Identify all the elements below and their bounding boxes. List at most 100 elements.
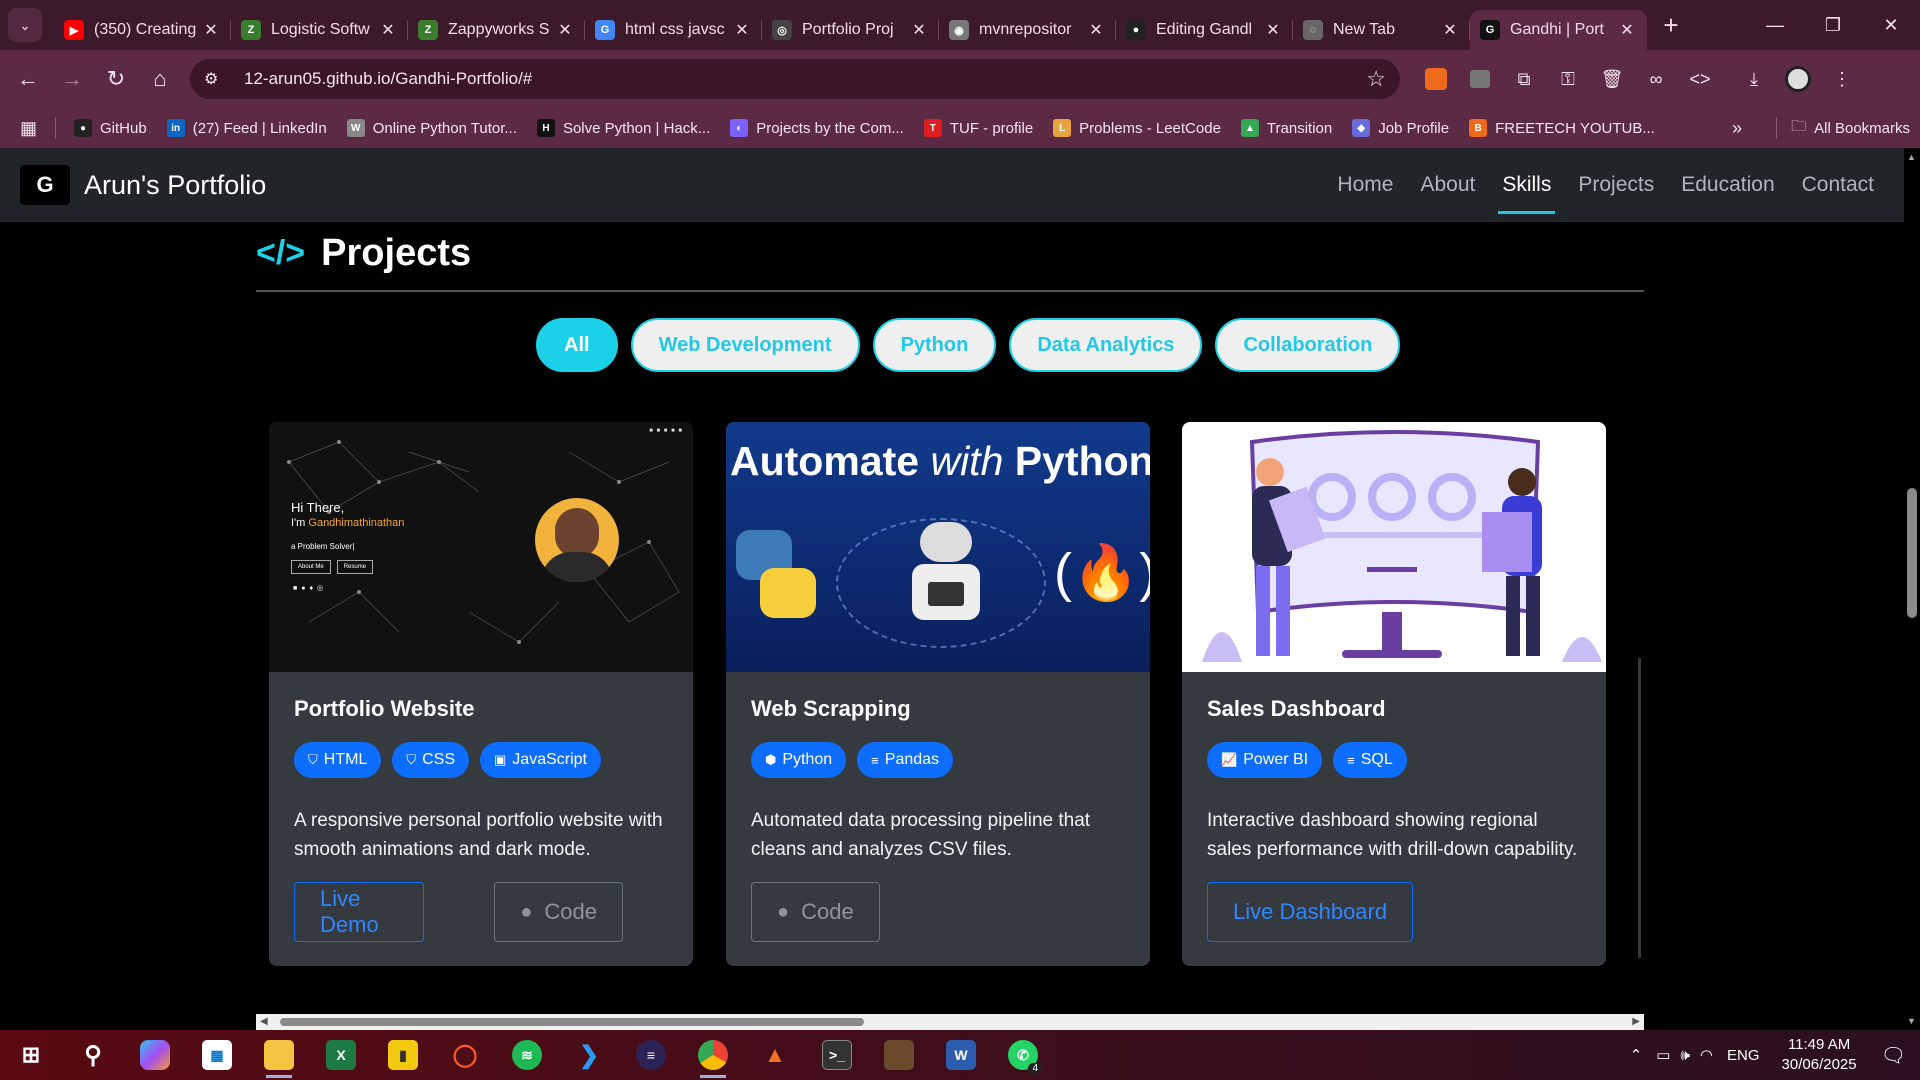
start-windows-icon[interactable]: ⊞	[0, 1030, 62, 1080]
copilot-icon[interactable]	[124, 1030, 186, 1080]
tab-close-icon[interactable]: ✕	[201, 20, 221, 40]
excel-icon[interactable]: X	[310, 1030, 372, 1080]
scroll-up-icon[interactable]: ▲	[1907, 152, 1916, 162]
browser-tab[interactable]: ▶ (350) Creating ✕	[54, 10, 231, 50]
browser-tab[interactable]: G Gandhi | Port ✕	[1470, 10, 1647, 50]
reload-icon[interactable]: ↻	[94, 57, 138, 101]
game-icon[interactable]	[868, 1030, 930, 1080]
site-brand[interactable]: Arun's Portfolio	[84, 170, 266, 201]
battery-icon[interactable]: ▭	[1656, 1046, 1670, 1064]
chrome-icon[interactable]	[682, 1030, 744, 1080]
matlab-icon[interactable]: ▲	[744, 1030, 806, 1080]
close-window-icon[interactable]: ✕	[1862, 0, 1920, 50]
password-key-icon[interactable]: ⚿	[1546, 57, 1590, 101]
spotify-icon[interactable]: ≋	[496, 1030, 558, 1080]
browser-tab[interactable]: Z Zappyworks S ✕	[408, 10, 585, 50]
back-icon[interactable]: ←	[6, 57, 50, 101]
bookmark-item[interactable]: ◐ Projects by the Com...	[730, 119, 904, 137]
vertical-scrollbar[interactable]: ▲ ▼	[1904, 148, 1920, 1030]
eclipse-icon[interactable]: ≡	[620, 1030, 682, 1080]
tab-close-icon[interactable]: ✕	[909, 20, 929, 40]
tab-close-icon[interactable]: ✕	[1617, 20, 1637, 40]
site-logo[interactable]: G	[20, 165, 70, 205]
new-tab-button[interactable]: +	[1653, 7, 1689, 43]
more-bookmarks-chevron-icon[interactable]: »	[1732, 118, 1742, 139]
tab-close-icon[interactable]: ✕	[1263, 20, 1283, 40]
download-icon[interactable]: ⤓	[1732, 57, 1776, 101]
code-button[interactable]: ● Code	[494, 882, 623, 942]
vertical-scroll-thumb[interactable]	[1907, 488, 1917, 618]
tab-close-icon[interactable]: ✕	[378, 20, 398, 40]
apps-grid-icon[interactable]: ▦	[20, 118, 37, 139]
nav-link-home[interactable]: Home	[1333, 148, 1397, 222]
scroll-down-icon[interactable]: ▼	[1907, 1016, 1916, 1026]
bookmark-item[interactable]: B FREETECH YOUTUB...	[1469, 119, 1655, 137]
word-icon[interactable]: W	[930, 1030, 992, 1080]
app-orange-icon[interactable]: ◯	[434, 1030, 496, 1080]
link-icon[interactable]: ∞	[1634, 57, 1678, 101]
menu-kebab-icon[interactable]: ⋮	[1820, 57, 1864, 101]
browser-tab[interactable]: ● Editing Gandl ✕	[1116, 10, 1293, 50]
extension-orange-icon[interactable]	[1414, 57, 1458, 101]
restore-icon[interactable]: ❐	[1804, 0, 1862, 50]
power-bi-icon[interactable]: ▮	[372, 1030, 434, 1080]
browser-tab[interactable]: ◎ Portfolio Proj ✕	[762, 10, 939, 50]
all-bookmarks-button[interactable]: 🗀 All Bookmarks	[1791, 116, 1910, 141]
horizontal-scrollbar[interactable]: ◀ ▶	[256, 1014, 1644, 1030]
extension-gray-icon[interactable]	[1458, 57, 1502, 101]
bookmark-item[interactable]: L Problems - LeetCode	[1053, 119, 1221, 137]
search-icon[interactable]: ⚲	[62, 1030, 124, 1080]
live-demo-button[interactable]: Live Demo	[294, 882, 425, 942]
browser-tab[interactable]: Z Logistic Softw ✕	[231, 10, 408, 50]
vscode-icon[interactable]: ❯	[558, 1030, 620, 1080]
forward-icon[interactable]: →	[50, 57, 94, 101]
bookmark-item[interactable]: W Online Python Tutor...	[346, 119, 517, 137]
tray-overflow-chevron-icon[interactable]: ⌃	[1630, 1046, 1643, 1064]
whatsapp-icon[interactable]: ✆ 4	[992, 1030, 1054, 1080]
notifications-icon[interactable]: 🗨	[1881, 1043, 1906, 1068]
network-icon[interactable]: ◠	[1700, 1046, 1713, 1064]
scroll-right-icon[interactable]: ▶	[1632, 1016, 1640, 1027]
tab-close-icon[interactable]: ✕	[1440, 20, 1460, 40]
bookmark-star-icon[interactable]: ☆	[1366, 66, 1386, 92]
browser-tab[interactable]: ◌ New Tab ✕	[1293, 10, 1470, 50]
tab-close-icon[interactable]: ✕	[1086, 20, 1106, 40]
clock[interactable]: 11:49 AM 30/06/2025	[1782, 1035, 1857, 1075]
filter-python-button[interactable]: Python	[872, 318, 997, 372]
nav-link-skills[interactable]: Skills	[1498, 148, 1556, 222]
home-icon[interactable]: ⌂	[138, 57, 182, 101]
horizontal-scroll-thumb[interactable]	[280, 1018, 864, 1026]
volume-icon[interactable]: 🕪	[1680, 1047, 1689, 1064]
url-text[interactable]: 12-arun05.github.io/Gandhi-Portfolio/#	[244, 69, 1366, 89]
minimize-icon[interactable]: —	[1746, 0, 1804, 50]
browser-tab[interactable]: ◉ mvnrepositor ✕	[939, 10, 1116, 50]
code-button[interactable]: ● Code	[751, 882, 880, 942]
bookmark-item[interactable]: in (27) Feed | LinkedIn	[166, 119, 327, 137]
tab-search-icon[interactable]: ⌄	[8, 8, 42, 42]
terminal-icon[interactable]: >_	[806, 1030, 868, 1080]
filter-web-development-button[interactable]: Web Development	[630, 318, 860, 372]
address-bar[interactable]: ⚙ 12-arun05.github.io/Gandhi-Portfolio/#…	[190, 59, 1400, 99]
site-info-icon[interactable]: ⚙	[204, 69, 230, 89]
scroll-left-icon[interactable]: ◀	[260, 1016, 268, 1027]
filter-collaboration-button[interactable]: Collaboration	[1215, 318, 1401, 372]
nav-link-projects[interactable]: Projects	[1574, 148, 1658, 222]
nav-link-education[interactable]: Education	[1677, 148, 1778, 222]
browser-tab[interactable]: Ghtml css javsc ✕	[585, 10, 762, 50]
bookmark-item[interactable]: ● GitHub	[74, 119, 147, 137]
bookmark-item[interactable]: H Solve Python | Hack...	[536, 119, 710, 137]
tab-close-icon[interactable]: ✕	[732, 20, 752, 40]
bookmark-item[interactable]: T TUF - profile	[923, 119, 1033, 137]
live-dashboard-button[interactable]: Live Dashboard	[1207, 882, 1414, 942]
language-indicator[interactable]: ENG	[1727, 1047, 1760, 1064]
bookmark-item[interactable]: ▲ Transition	[1240, 119, 1332, 137]
nav-link-about[interactable]: About	[1416, 148, 1479, 222]
store-icon[interactable]: ▦	[186, 1030, 248, 1080]
filter-data-analytics-button[interactable]: Data Analytics	[1009, 318, 1203, 372]
trash-icon[interactable]: 🗑	[1590, 57, 1634, 101]
code-icon[interactable]: <>	[1678, 57, 1722, 101]
extensions-puzzle-icon[interactable]: ⧉	[1502, 57, 1546, 101]
bookmark-item[interactable]: ◆ Job Profile	[1352, 119, 1449, 137]
filter-all-button[interactable]: All	[536, 318, 618, 372]
profile-avatar[interactable]	[1776, 57, 1820, 101]
